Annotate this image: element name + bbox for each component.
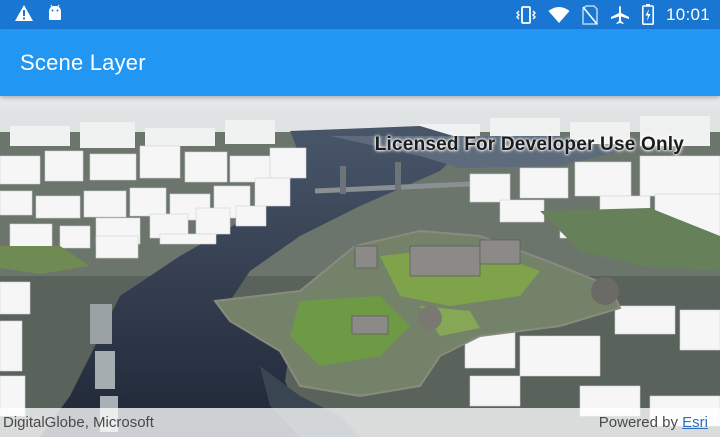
battery-charging-icon [641,4,654,25]
attribution-text: DigitalGlobe, Microsoft [3,414,154,431]
warning-icon [14,4,34,22]
attribution-bar: DigitalGlobe, Microsoft Powered by Esri [0,408,720,437]
esri-link[interactable]: Esri [682,414,708,431]
airplane-icon [610,5,630,25]
license-watermark: Licensed For Developer Use Only [374,134,684,155]
vibrate-icon [515,5,536,25]
wifi-icon [548,6,570,24]
android-icon [46,4,64,22]
scene-view[interactable]: Licensed For Developer Use Only DigitalG… [0,96,720,437]
status-bar: 10:01 [0,0,720,29]
page-title: Scene Layer [20,50,146,75]
powered-by-label: Powered by [598,414,683,431]
no-sim-icon [582,4,598,25]
status-time: 10:01 [665,4,710,24]
powered-by-text: Powered by Esri [599,414,708,431]
app-bar: Scene Layer [0,29,720,96]
